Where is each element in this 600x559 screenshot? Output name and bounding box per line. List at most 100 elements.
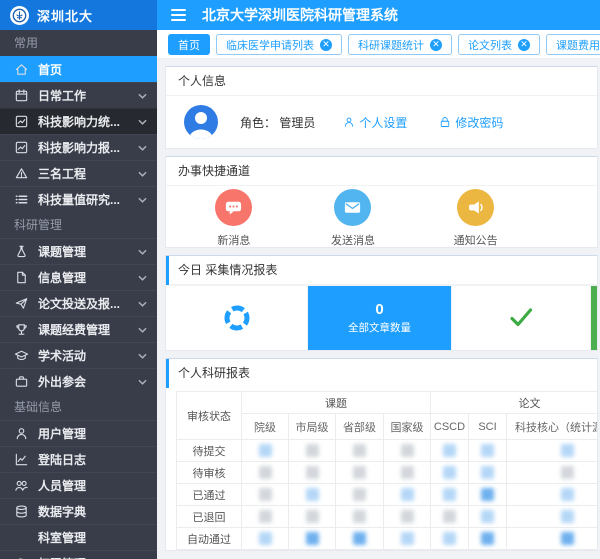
- top-bar-main: 北京大学深圳医院科研管理系统: [157, 0, 600, 30]
- sidebar-item-department-management[interactable]: 科室管理: [0, 524, 157, 550]
- report-cell-value[interactable]: [353, 488, 366, 501]
- sidebar-item-project-funding[interactable]: 课题经费管理: [0, 316, 157, 342]
- app-title: 北京大学深圳医院科研管理系统: [202, 5, 398, 25]
- report-cell-value[interactable]: [353, 510, 366, 523]
- report-cell-value[interactable]: [561, 444, 574, 457]
- report-cell-value[interactable]: [259, 532, 272, 545]
- column-header: 省部级: [336, 414, 384, 440]
- row-label: 已退回: [177, 506, 242, 528]
- tab-label: 首页: [178, 37, 200, 53]
- sidebar-item-user-management[interactable]: 用户管理: [0, 420, 157, 446]
- row-label: 待提交: [177, 440, 242, 462]
- report-cell-value[interactable]: [259, 488, 272, 501]
- column-group-topics: 课题: [242, 392, 431, 414]
- research-report-table: 审核状态 课题 论文 院级 市局级 省部级 国家级 CSCD SCI: [176, 391, 597, 550]
- chevron-down-icon: [138, 249, 147, 255]
- report-cell-value[interactable]: [401, 466, 414, 479]
- flask-icon: [14, 244, 29, 259]
- report-cell-value[interactable]: [481, 444, 494, 457]
- report-cell-value[interactable]: [481, 532, 494, 545]
- notice-announcement-button[interactable]: 通知公告: [454, 189, 498, 248]
- warning-icon: [14, 166, 29, 181]
- panel-title: 办事快捷通道: [166, 157, 597, 186]
- sidebar-item-data-dictionary[interactable]: 数据字典: [0, 498, 157, 524]
- report-cell-value[interactable]: [401, 510, 414, 523]
- sidebar-item-paper-submission[interactable]: 论文投送及报...: [0, 290, 157, 316]
- report-cell-value[interactable]: [443, 466, 456, 479]
- tab-home[interactable]: 首页: [168, 34, 210, 55]
- menu-toggle-icon[interactable]: [171, 9, 186, 21]
- close-icon[interactable]: ✕: [518, 39, 530, 51]
- report-cell-value[interactable]: [401, 532, 414, 545]
- row-label: 已通过: [177, 484, 242, 506]
- sidebar-item-tech-influence-report[interactable]: 科技影响力报...: [0, 134, 157, 160]
- panel-title: 个人信息: [166, 67, 597, 96]
- sidebar-item-label: 登陆日志: [38, 451, 147, 468]
- icon-placeholder: [14, 530, 29, 545]
- report-cell-value[interactable]: [481, 510, 494, 523]
- report-cell-value[interactable]: [561, 532, 574, 545]
- report-cell-value[interactable]: [259, 444, 272, 457]
- change-password-link[interactable]: 修改密码: [439, 114, 503, 131]
- report-cell-value[interactable]: [306, 510, 319, 523]
- report-cell-value[interactable]: [401, 488, 414, 501]
- report-cell-value[interactable]: [306, 488, 319, 501]
- sidebar-item-login-log[interactable]: 登陆日志: [0, 446, 157, 472]
- all-articles-stat[interactable]: 0 全部文章数量: [308, 286, 451, 350]
- report-cell-value[interactable]: [481, 488, 494, 501]
- sidebar-item-tech-value-research[interactable]: 科技量值研究...: [0, 186, 157, 212]
- chart-box-icon: [14, 140, 29, 155]
- close-icon[interactable]: ✕: [430, 39, 442, 51]
- panel-title: 今日 采集情况报表: [166, 256, 597, 285]
- report-cell-value[interactable]: [306, 444, 319, 457]
- personal-settings-link[interactable]: 个人设置: [343, 114, 407, 131]
- report-cell-value[interactable]: [443, 532, 456, 545]
- report-cell-value[interactable]: [443, 488, 456, 501]
- report-cell-value[interactable]: [259, 510, 272, 523]
- report-cell-value[interactable]: [561, 488, 574, 501]
- sidebar-item-tech-influence-stats[interactable]: 科技影响力统...: [0, 108, 157, 134]
- sidebar-item-home[interactable]: 首页: [0, 56, 157, 82]
- sidebar-item-project-management[interactable]: 课题管理: [0, 238, 157, 264]
- tab-clinical-application-list[interactable]: 临床医学申请列表✕: [216, 34, 342, 55]
- sidebar-item-label: 科技量值研究...: [38, 191, 138, 208]
- report-cell-value[interactable]: [306, 466, 319, 479]
- sidebar-item-conference[interactable]: 外出参会: [0, 368, 157, 394]
- tab-paper-list[interactable]: 论文列表✕: [458, 34, 540, 55]
- tab-project-fee-report[interactable]: 课题费用报表✕: [546, 34, 600, 55]
- report-cell-value[interactable]: [353, 444, 366, 457]
- column-header: CSCD: [431, 414, 469, 440]
- report-cell-value[interactable]: [306, 532, 319, 545]
- send-message-button[interactable]: 发送消息: [331, 189, 375, 248]
- close-icon[interactable]: ✕: [320, 39, 332, 51]
- report-cell-value[interactable]: [353, 466, 366, 479]
- sidebar-item-permission-management[interactable]: 权限管理: [0, 550, 157, 559]
- report-cell-value[interactable]: [353, 532, 366, 545]
- report-cell-value[interactable]: [481, 466, 494, 479]
- sidebar-item-label: 日常工作: [38, 87, 138, 104]
- tab-research-project-stats[interactable]: 科研课题统计✕: [348, 34, 452, 55]
- column-header: SCI: [469, 414, 507, 440]
- report-cell-value[interactable]: [401, 444, 414, 457]
- calendar-icon: [14, 88, 29, 103]
- user-icon: [343, 116, 355, 128]
- sidebar-item-label: 科室管理: [38, 529, 147, 546]
- new-message-button[interactable]: 新消息: [215, 189, 252, 248]
- report-cell-value[interactable]: [259, 466, 272, 479]
- sidebar-item-daily-work[interactable]: 日常工作: [0, 82, 157, 108]
- table-row: 自动通过: [177, 528, 598, 550]
- sidebar-item-academic-activity[interactable]: 学术活动: [0, 342, 157, 368]
- next-stat-cell-edge: [591, 286, 597, 350]
- report-cell-value[interactable]: [561, 510, 574, 523]
- sidebar-item-three-famous-project[interactable]: 三名工程: [0, 160, 157, 186]
- quick-channel-panel: 办事快捷通道 新消息 发送消息: [165, 156, 598, 248]
- sidebar-item-personnel-management[interactable]: 人员管理: [0, 472, 157, 498]
- report-cell-value[interactable]: [561, 466, 574, 479]
- sidebar-item-info-management[interactable]: 信息管理: [0, 264, 157, 290]
- report-cell-value[interactable]: [443, 510, 456, 523]
- database-icon: [14, 504, 29, 519]
- table-row: 待审核: [177, 462, 598, 484]
- today-collection-panel: 今日 采集情况报表 0 全部文章数量: [165, 255, 598, 351]
- tab-label: 课题费用报表: [556, 37, 600, 53]
- report-cell-value[interactable]: [443, 444, 456, 457]
